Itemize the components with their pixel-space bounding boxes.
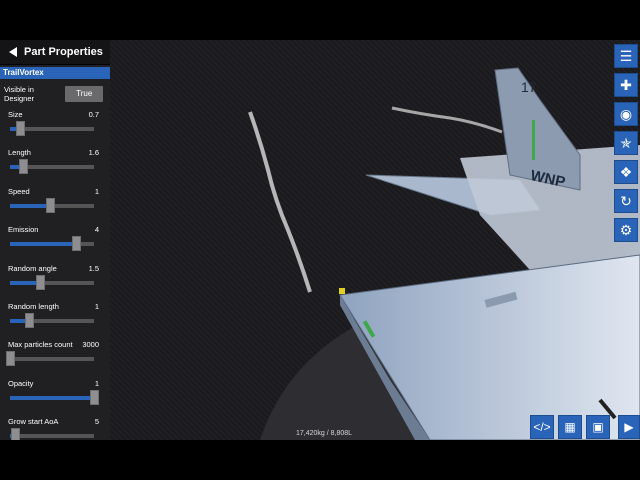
property-row: Random angle 1.5 [0,257,110,295]
property-slider[interactable] [10,121,94,136]
panel-header: Part Properties [0,40,110,65]
property-label: Opacity [8,378,34,388]
property-value: 1 [94,378,99,388]
property-row: Max particles count 3000 [0,333,110,371]
back-arrow-icon[interactable] [9,47,17,57]
visible-in-designer-row: Visible in Designer True [0,85,110,103]
property-value: 1.5 [88,263,99,273]
property-label: Emission [8,225,39,235]
property-value: 1 [94,186,99,196]
property-slider[interactable] [10,159,94,175]
play-icon[interactable]: ▶ [618,415,640,439]
property-slider[interactable] [10,312,94,328]
property-label: Size [8,110,23,119]
property-value: 0.7 [88,110,99,119]
property-row: Grow start AoA 5 [0,410,110,440]
property-slider[interactable] [10,274,94,290]
property-label: Speed [8,186,30,196]
slider-handle[interactable] [46,197,56,213]
settings-icon[interactable]: ⚙ [614,218,638,242]
visible-in-designer-label: Visible in Designer [4,85,35,103]
slider-handle[interactable] [36,274,46,290]
wing-grid-icon[interactable]: ▦ [558,415,582,439]
property-value: 3000 [82,340,99,350]
code-aircraft-icon[interactable]: </> [530,415,554,439]
screenshot-icon[interactable]: ▣ [586,415,610,439]
tools-icon[interactable]: ✯ [614,131,638,155]
slider-handle[interactable] [90,389,99,405]
slider-handle[interactable] [72,236,82,252]
property-value: 1.6 [88,148,99,158]
bottom-toolbar: </> ▦ ▣ ▶ [530,415,640,439]
rotate-icon[interactable]: ↻ [614,189,638,213]
property-slider[interactable] [6,351,94,367]
slider-fill [10,203,51,208]
panel-title: Part Properties [24,46,103,58]
vortex-trail-left [248,111,312,293]
property-slider[interactable] [10,197,94,213]
property-slider[interactable] [10,428,94,440]
add-part-icon[interactable]: ✚ [614,73,638,97]
aircraft-scene: 17 WNP [248,67,640,440]
property-row: Opacity 1 [0,372,110,410]
property-label: Grow start AoA [8,417,59,427]
property-row: Random length 1 [0,295,110,333]
view-icon[interactable]: ◉ [614,102,638,126]
visible-toggle-button[interactable]: True [65,86,103,102]
property-row: Size 0.7 [0,103,110,141]
slider-handle[interactable] [25,312,35,328]
property-row: Speed 1 [0,180,110,218]
property-list: Size 0.7 Length 1.6 Speed 1 Emission 4 Random an… [0,103,110,440]
property-label: Length [8,148,31,158]
mass-fuel-readout: 17,420kg / 8,808L [296,430,353,437]
property-row: Emission 4 [0,218,110,256]
property-label: Random length [8,301,59,311]
menu-icon[interactable]: ☰ [614,44,638,68]
property-value: 5 [94,417,99,427]
part-properties-panel: Part Properties TrailVortex Visible in D… [0,40,110,440]
property-slider[interactable] [10,236,94,252]
property-row: Length 1.6 [0,141,110,179]
part-name-bar: TrailVortex [0,67,110,79]
slider-handle[interactable] [6,351,15,367]
property-value: 4 [94,225,99,235]
designer-viewport[interactable]: 17 WNP 17,420kg / 8,808L ☰ ✚ ◉ ✯ ❖ ↻ ⚙ <… [110,40,640,440]
slider-handle[interactable] [19,159,29,175]
slider-handle[interactable] [16,121,26,136]
slider-handle[interactable] [11,428,21,440]
tail-number: 17 [521,79,537,95]
property-value: 1 [94,301,99,311]
slider-fill [10,242,77,247]
slider-fill [10,395,94,400]
property-label: Max particles count [8,340,73,350]
property-slider[interactable] [10,389,99,405]
symmetry-icon[interactable]: ❖ [614,160,638,184]
property-label: Random angle [8,263,57,273]
app-frame: 17 WNP 17,420kg / 8,808L ☰ ✚ ◉ ✯ ❖ ↻ ⚙ <… [0,40,640,440]
designer-toolbar: ☰ ✚ ◉ ✯ ❖ ↻ ⚙ [614,44,638,247]
